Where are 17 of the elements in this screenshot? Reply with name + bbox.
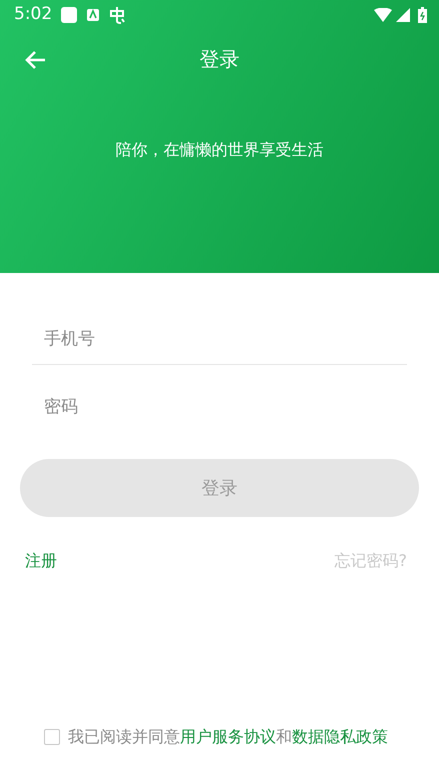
agreement-text: 我已阅读并同意用户服务协议和数据隐私政策 <box>68 726 388 748</box>
signal-icon <box>396 8 410 22</box>
agreement-link[interactable]: 数据隐私政策 <box>292 727 388 746</box>
agreement-link[interactable]: 用户服务协议 <box>180 727 276 746</box>
screen-title: 登录 <box>200 46 240 73</box>
register-link[interactable]: 注册 <box>25 549 57 573</box>
back-icon <box>24 50 46 70</box>
wifi-icon <box>374 8 392 22</box>
battery-icon <box>418 7 427 23</box>
input-field[interactable]: 手机号 <box>32 313 407 365</box>
notification-icon <box>86 8 100 22</box>
slogan: 陪你，在慵懒的世界享受生活 <box>116 140 324 159</box>
notification-icon <box>60 6 78 24</box>
notification-icon <box>108 6 126 24</box>
status-time: 5:02 <box>14 3 52 26</box>
agreement-checkbox[interactable] <box>44 729 60 745</box>
input-field[interactable]: 密码 <box>32 381 407 433</box>
